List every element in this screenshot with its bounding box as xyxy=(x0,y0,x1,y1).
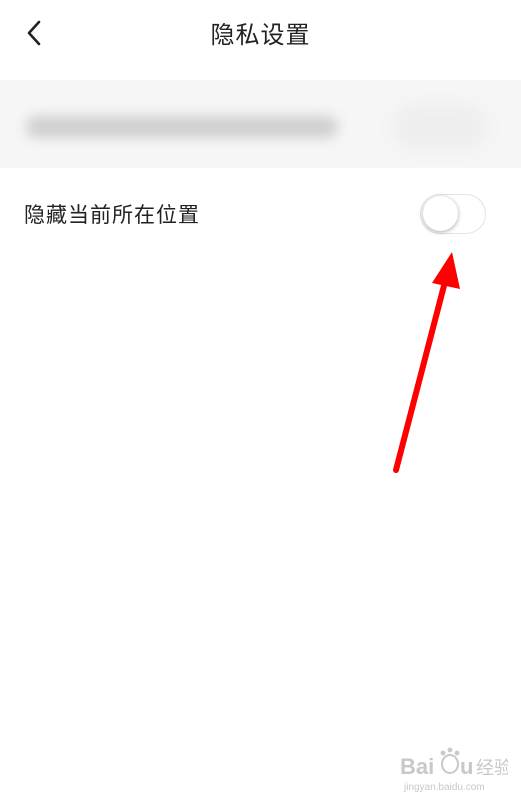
nav-bar: 隐私设置 xyxy=(0,0,521,70)
svg-text:Bai: Bai xyxy=(400,754,434,779)
hide-location-toggle[interactable] xyxy=(420,194,486,234)
blurred-button xyxy=(392,104,488,150)
privacy-settings-screen: 隐私设置 隐藏当前所在位置 Bai u 经验 jingyan.baidu.com xyxy=(0,0,521,802)
baidu-jingyan-watermark: Bai u 经验 jingyan.baidu.com xyxy=(398,742,508,794)
svg-text:jingyan.baidu.com: jingyan.baidu.com xyxy=(403,782,485,793)
toggle-knob xyxy=(423,196,458,231)
chevron-left-icon xyxy=(27,20,41,46)
svg-text:经验: 经验 xyxy=(476,758,508,779)
blurred-text xyxy=(26,116,338,138)
page-title: 隐私设置 xyxy=(210,21,311,49)
back-button[interactable] xyxy=(14,14,54,54)
svg-text:u: u xyxy=(460,754,473,779)
hide-location-label: 隐藏当前所在位置 xyxy=(24,203,200,227)
blurred-banner xyxy=(0,80,521,168)
